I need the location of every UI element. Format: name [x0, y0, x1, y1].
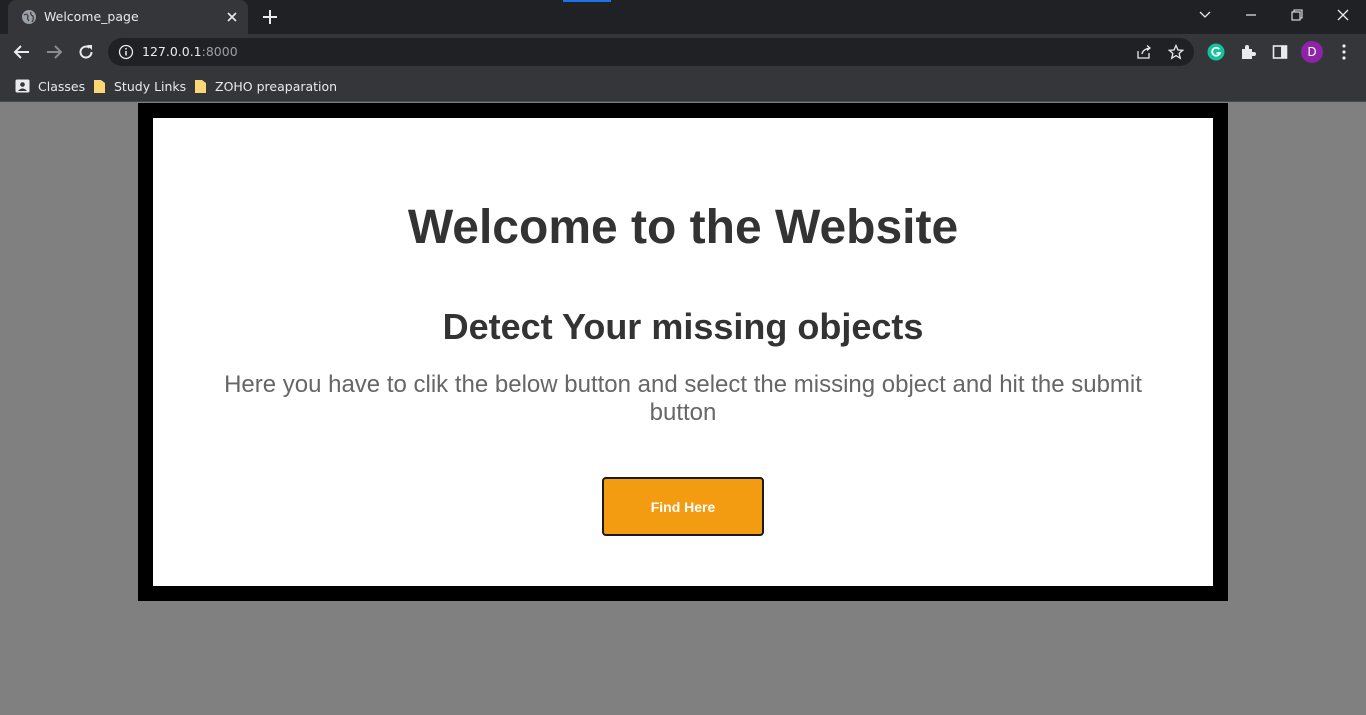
grammarly-icon[interactable] [1206, 42, 1226, 62]
folder-icon [195, 79, 206, 93]
tab-indicator [563, 0, 611, 2]
globe-icon [22, 10, 36, 24]
site-info-icon[interactable] [118, 44, 134, 60]
tab-strip: Welcome_page [0, 0, 1366, 34]
profile-avatar[interactable]: D [1301, 41, 1323, 63]
bookmark-study-links[interactable]: Study Links [93, 76, 186, 96]
star-icon[interactable] [1168, 44, 1184, 60]
minimize-icon[interactable] [1228, 0, 1274, 30]
bookmark-label: ZOHO preaparation [215, 78, 338, 94]
page-subtitle: Detect Your missing objects [442, 306, 924, 347]
extensions-icon[interactable] [1238, 42, 1258, 62]
back-icon[interactable] [11, 41, 33, 63]
new-tab-icon[interactable] [260, 7, 280, 27]
find-here-button[interactable]: Find Here [602, 477, 764, 536]
browser-toolbar: 127.0.0.1:8000 D [0, 34, 1366, 70]
forward-icon[interactable] [43, 41, 65, 63]
share-icon[interactable] [1136, 44, 1152, 60]
url-host: 127.0.0.1 [142, 44, 202, 59]
folder-icon [94, 79, 105, 93]
bookmark-classes[interactable]: Classes [15, 76, 85, 96]
bookmark-zoho[interactable]: ZOHO preaparation [194, 76, 337, 96]
tab-search-icon[interactable] [1182, 0, 1228, 30]
address-bar[interactable]: 127.0.0.1:8000 [108, 38, 1194, 66]
profile-bookmark-icon [15, 79, 30, 93]
page-title: Welcome to the Website [407, 201, 959, 254]
close-window-icon[interactable] [1320, 0, 1366, 30]
bookmark-label: Study Links [114, 78, 187, 94]
bookmarks-bar: Classes Study Links ZOHO preaparation [0, 70, 1366, 102]
page-description: Here you have to clik the below button a… [224, 371, 1142, 426]
reload-icon[interactable] [75, 41, 97, 63]
close-tab-icon[interactable] [224, 9, 240, 25]
more-menu-icon[interactable] [1334, 42, 1354, 62]
url-text[interactable]: 127.0.0.1:8000 [142, 44, 238, 59]
browser-tab[interactable]: Welcome_page [8, 0, 248, 34]
welcome-card: Welcome to the Website Detect Your missi… [153, 118, 1213, 586]
bookmark-label: Classes [38, 78, 86, 94]
content-frame: Welcome to the Website Detect Your missi… [138, 103, 1228, 601]
tab-title: Welcome_page [44, 9, 139, 24]
restore-icon[interactable] [1274, 0, 1320, 30]
side-panel-icon[interactable] [1270, 42, 1290, 62]
url-port: :8000 [201, 44, 238, 59]
page-viewport: Welcome to the Website Detect Your missi… [0, 103, 1366, 715]
